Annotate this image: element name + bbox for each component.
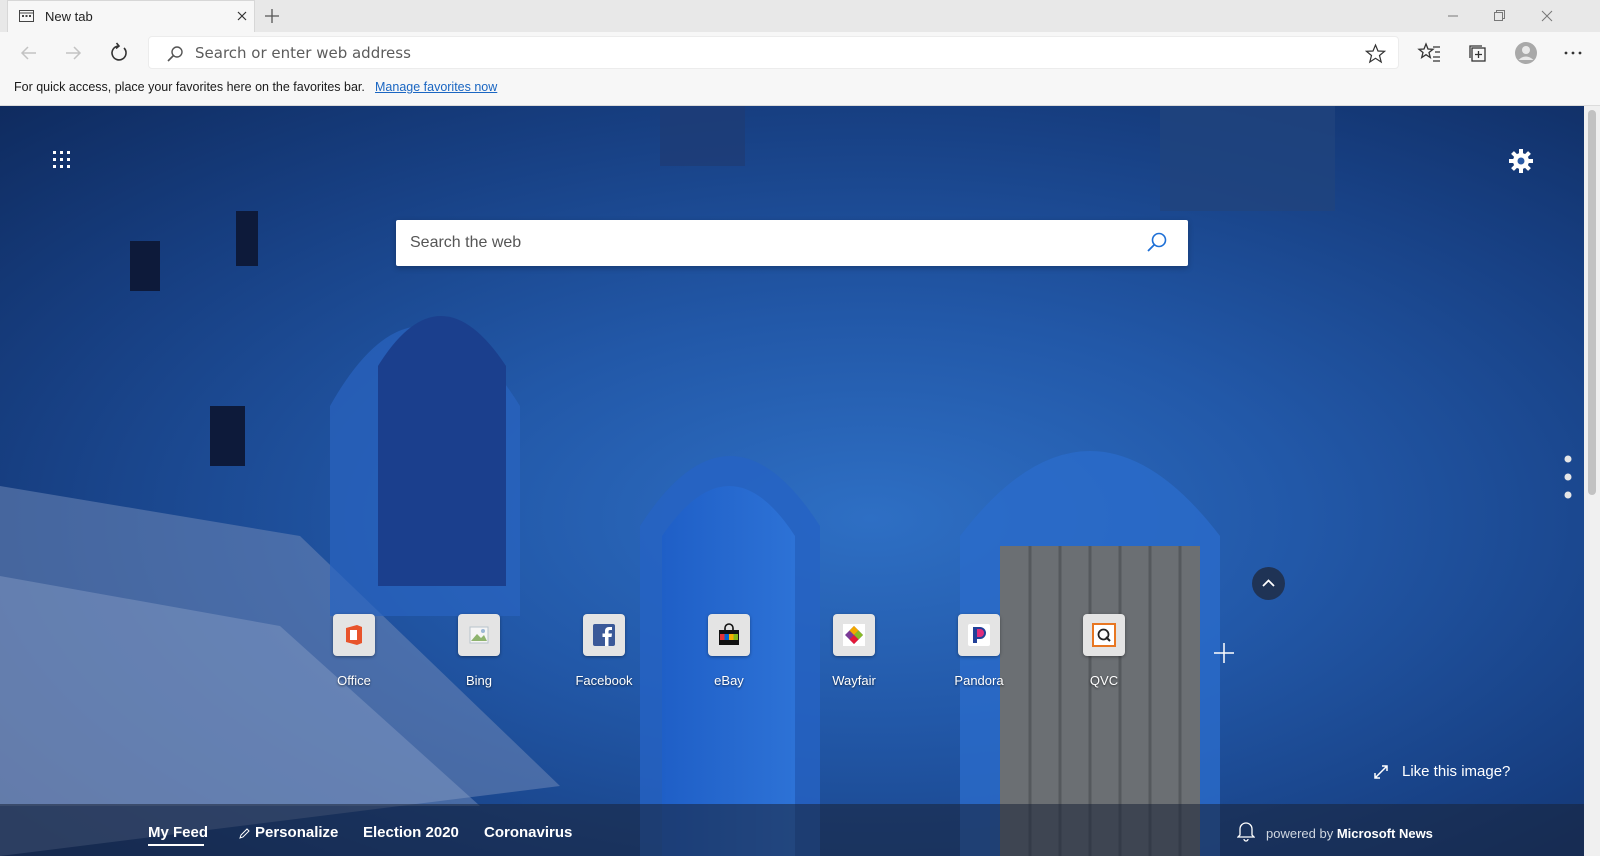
quick-link-pandora[interactable]: Pandora [934,614,1024,694]
more-options-icon[interactable] [1558,38,1588,68]
pencil-icon [239,828,250,839]
ebay-tile-box [708,614,750,656]
address-bar-placeholder: Search or enter web address [195,44,411,62]
back-button[interactable] [14,38,44,68]
refresh-button[interactable] [104,38,134,68]
collections-icon[interactable] [1463,38,1493,68]
quick-link-label: Office [337,673,371,688]
quick-link-label: Pandora [954,673,1004,688]
favorites-icon[interactable] [1415,38,1445,68]
quick-link-label: Facebook [575,673,633,688]
app-launcher-icon[interactable] [52,150,72,170]
background-image [0,106,1335,856]
manage-favorites-link[interactable]: Manage favorites now [375,80,497,94]
tab-new-tab[interactable]: New tab [7,0,255,32]
office-icon [346,625,362,645]
profile-avatar-icon[interactable] [1511,38,1541,68]
pandora-tile-box [958,614,1000,656]
quick-link-ebay[interactable]: eBay [684,614,774,694]
add-quick-link-plus-icon[interactable] [1212,641,1236,665]
quick-link-label: Wayfair [832,673,876,688]
quick-link-qvc[interactable]: QVC [1059,614,1149,694]
close-tab-icon[interactable] [233,7,251,25]
bing-icon [469,626,489,644]
like-this-image-link[interactable]: Like this image? [1372,763,1510,781]
feed-tab-personalize[interactable]: Personalize [255,824,338,841]
qvc-icon [1092,623,1116,647]
quick-link-wayfair[interactable]: Wayfair [809,614,899,694]
page-scrollbar-thumb[interactable] [1588,110,1596,495]
address-bar[interactable]: Search or enter web address [148,36,1399,69]
feed-tab-coronavirus[interactable]: Coronavirus [484,824,572,841]
notification-bell-icon[interactable] [1237,820,1255,842]
facebook-tile-box [583,614,625,656]
web-search-box[interactable]: Search the web [396,220,1188,266]
favorites-bar-message: For quick access, place your favorites h… [14,80,365,94]
page-settings-gear-icon[interactable] [1508,148,1534,174]
web-search-placeholder: Search the web [410,234,522,251]
qvc-tile-box [1083,614,1125,656]
quick-link-label: Bing [465,673,493,688]
restore-button[interactable] [1476,0,1522,32]
favorites-bar: For quick access, place your favorites h… [0,72,1600,106]
wayfair-icon [843,624,865,646]
page-indicator-dots[interactable] [1564,455,1572,503]
new-tab-background [0,106,1584,856]
forward-button[interactable] [58,38,88,68]
like-this-image-label: Like this image? [1402,763,1511,780]
search-icon [167,46,183,62]
quick-link-office[interactable]: Office [309,614,399,694]
wayfair-tile-box [833,614,875,656]
feed-tab-election-2020[interactable]: Election 2020 [363,824,459,841]
powered-by-prefix: powered by [1266,826,1334,841]
office-tile-box [333,614,375,656]
quick-link-label: eBay [714,673,744,688]
feed-tab-my-feed[interactable]: My Feed [148,824,208,841]
tab-title: New tab [45,9,93,24]
pandora-icon [968,624,990,646]
active-tab-underline [148,844,204,846]
new-tab-button[interactable] [260,5,284,27]
microsoft-news-brand: Microsoft News [1336,826,1433,841]
collapse-chevron-up-icon[interactable] [1252,567,1285,600]
search-icon[interactable] [1144,230,1170,256]
new-tab-page-icon [19,10,34,22]
facebook-icon [593,624,615,646]
quick-link-facebook[interactable]: Facebook [559,614,649,694]
powered-by-text: powered by Microsoft News [1266,826,1433,841]
close-window-button[interactable] [1524,0,1570,32]
ebay-icon [719,623,739,645]
minimize-button[interactable] [1430,0,1476,32]
add-favorite-star-icon[interactable] [1365,43,1386,64]
expand-arrows-icon [1374,765,1388,779]
quick-link-label: QVC [1089,673,1119,688]
bing-tile-box [458,614,500,656]
quick-link-bing[interactable]: Bing [434,614,524,694]
